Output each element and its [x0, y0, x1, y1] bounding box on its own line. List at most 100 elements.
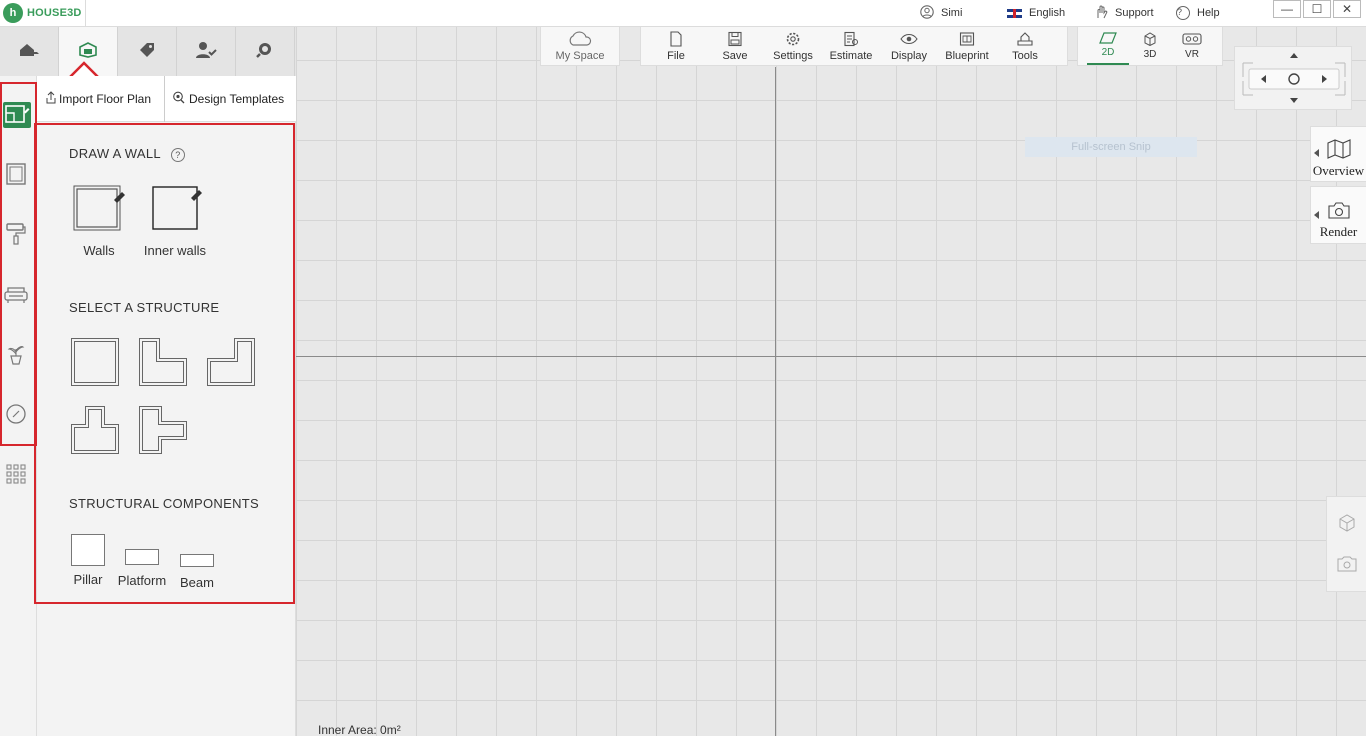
frame-icon	[5, 162, 27, 189]
view-2d-button[interactable]: 2D	[1087, 27, 1129, 65]
display-button[interactable]: Display	[875, 27, 943, 65]
my-space-label: My Space	[555, 49, 605, 62]
overview-button[interactable]: Overview	[1310, 126, 1366, 182]
settings-label: Settings	[773, 49, 813, 62]
settings-button[interactable]: Settings	[759, 27, 827, 65]
rail-apps[interactable]	[4, 463, 28, 487]
floor-plan-edit-icon	[4, 103, 30, 128]
rail-furniture[interactable]	[4, 283, 28, 307]
cube-3d-icon	[1144, 32, 1156, 46]
pan-up-arrow-icon[interactable]	[1287, 49, 1301, 61]
view-3d-button[interactable]: 3D	[1129, 27, 1171, 65]
tools-label: Tools	[1012, 49, 1038, 62]
platform-tool[interactable]: Platform	[115, 549, 169, 588]
upload-icon	[46, 91, 56, 107]
minimize-button[interactable]: —	[1273, 0, 1301, 18]
pan-down-arrow-icon[interactable]	[1287, 95, 1301, 107]
user-check-icon	[195, 41, 217, 62]
language-selector[interactable]: English	[1007, 0, 1065, 26]
maximize-button[interactable]: ☐	[1303, 0, 1331, 18]
view-vr-button[interactable]: VR	[1171, 27, 1213, 65]
help-link[interactable]: ? Help	[1176, 0, 1220, 26]
language-label: English	[1029, 7, 1066, 19]
estimate-button[interactable]: Estimate	[827, 27, 875, 65]
beam-tool[interactable]: Beam	[175, 554, 219, 590]
design-canvas[interactable]: My Space File Save Settings Estimate Dis…	[296, 27, 1366, 736]
t-shape-room-icon	[71, 406, 119, 454]
walls-label: Walls	[83, 243, 115, 258]
file-button[interactable]: File	[641, 27, 711, 65]
tools-button[interactable]: Tools	[991, 27, 1059, 65]
pillar-label: Pillar	[73, 572, 103, 587]
walls-tool[interactable]: Walls	[71, 184, 127, 258]
design-templates-label: Design Templates	[189, 92, 285, 106]
uk-flag-icon	[1007, 8, 1022, 18]
pan-left-arrow-icon[interactable]	[1257, 72, 1271, 86]
structural-components-title: STRUCTURAL COMPONENTS	[69, 496, 259, 511]
center-view-icon[interactable]	[1287, 72, 1301, 86]
canvas-y-axis	[775, 67, 776, 736]
render-button[interactable]: Render	[1310, 186, 1366, 244]
beam-icon	[180, 554, 214, 567]
file-icon	[670, 30, 682, 47]
pan-right-arrow-icon[interactable]	[1317, 72, 1331, 86]
tool-panel: DRAW A WALL? Walls Inner walls SELECT A …	[37, 122, 296, 736]
blueprint-label: Blueprint	[945, 49, 989, 62]
view-vr-label: VR	[1185, 49, 1199, 60]
my-space-button[interactable]: My Space	[541, 27, 619, 65]
rail-floor-plan-edit[interactable]	[3, 102, 31, 128]
save-icon	[728, 31, 742, 46]
vr-headset-icon	[1182, 33, 1202, 45]
pillar-tool[interactable]: Pillar	[67, 534, 109, 587]
navigation-pad	[1234, 46, 1352, 110]
mini-side-buttons	[1326, 496, 1366, 592]
sofa-icon	[4, 284, 28, 307]
inner-area-readout: Inner Area: 0m²	[318, 723, 401, 736]
plane-2d-icon	[1099, 32, 1117, 44]
blueprint-button[interactable]: Blueprint	[943, 27, 991, 65]
question-icon: ?	[1176, 6, 1190, 20]
overview-label: Overview	[1312, 163, 1365, 178]
plus-shape-room-icon	[139, 406, 187, 454]
my-space-group: My Space	[540, 27, 620, 66]
l-shape-room-icon	[139, 338, 187, 386]
design-templates-tab[interactable]: Design Templates	[165, 76, 284, 122]
tab-account[interactable]	[177, 27, 236, 76]
canvas-x-axis	[296, 356, 1366, 357]
gear-icon	[786, 32, 800, 45]
snapshot-button[interactable]	[1337, 555, 1357, 576]
import-floor-plan-label: Import Floor Plan	[59, 92, 152, 106]
structure-plus-shape[interactable]	[139, 406, 187, 457]
support-link[interactable]: Support	[1094, 0, 1154, 26]
file-label: File	[667, 49, 685, 62]
tab-search[interactable]	[236, 27, 295, 76]
rail-frame[interactable]	[4, 162, 28, 189]
rail-plants[interactable]	[4, 343, 28, 367]
draw-wall-title-text: DRAW A WALL	[69, 146, 161, 161]
support-hand-icon	[1094, 4, 1108, 22]
compass-icon	[5, 403, 27, 428]
import-floor-plan-tab[interactable]: Import Floor Plan	[37, 76, 165, 122]
close-button[interactable]: ✕	[1333, 0, 1361, 18]
help-circle-icon[interactable]: ?	[170, 147, 185, 162]
save-button[interactable]: Save	[711, 27, 759, 65]
user-icon	[920, 4, 934, 22]
view-switch: 2D 3D VR	[1077, 27, 1223, 66]
structure-l-shape[interactable]	[139, 338, 187, 389]
structure-square[interactable]	[71, 338, 119, 389]
tab-home-design[interactable]	[0, 27, 59, 76]
cube-view-button[interactable]	[1337, 513, 1357, 536]
inner-walls-tool[interactable]: Inner walls	[141, 184, 209, 258]
structure-t-shape[interactable]	[71, 406, 119, 457]
tab-tags[interactable]	[118, 27, 177, 76]
user-menu[interactable]: Simi	[920, 0, 962, 26]
render-label: Render	[1319, 224, 1358, 239]
estimate-label: Estimate	[829, 49, 873, 62]
structure-l-shape-mirrored[interactable]	[207, 338, 255, 389]
snip-overlay: Full-screen Snip	[1025, 137, 1197, 157]
rail-compass[interactable]	[4, 403, 28, 427]
inner-walls-icon	[152, 186, 202, 230]
category-tabs	[0, 27, 296, 76]
rail-paint[interactable]	[4, 222, 28, 247]
eye-icon	[900, 33, 918, 44]
